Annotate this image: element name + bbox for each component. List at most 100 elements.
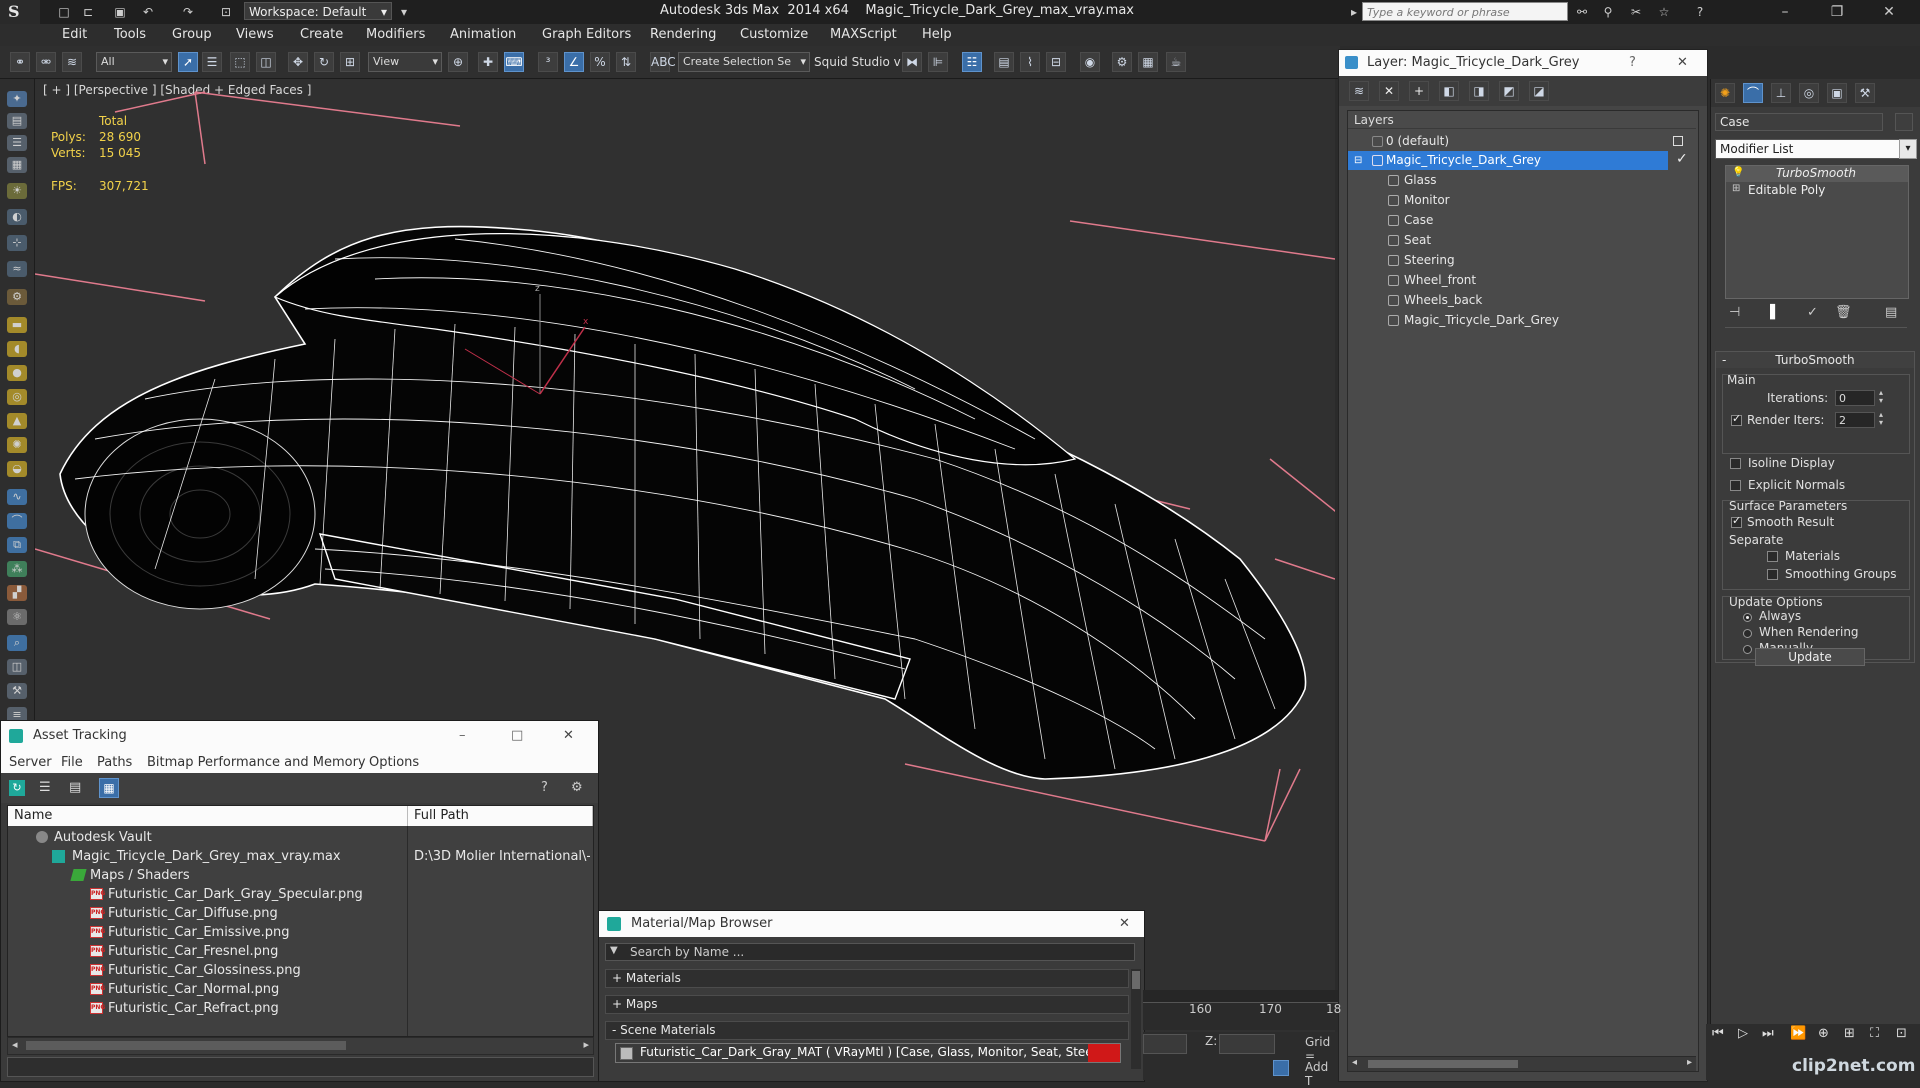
column-path-header[interactable]: Full Path xyxy=(408,806,593,826)
close-icon[interactable]: ✕ xyxy=(1119,911,1130,937)
lightbulb-icon[interactable]: 💡 xyxy=(1732,167,1744,178)
nurbs-icon[interactable]: ⌒ xyxy=(7,513,27,529)
menu-help[interactable]: Help xyxy=(922,27,952,42)
scroll-left-icon[interactable]: ◂ xyxy=(1352,1057,1357,1068)
expand-icon[interactable]: ⊞ xyxy=(1732,183,1740,194)
iterations-spinner[interactable]: 0 xyxy=(1835,390,1875,406)
project-folder-icon[interactable]: ⊡ xyxy=(218,4,234,20)
time-ruler[interactable] xyxy=(1143,990,1338,1003)
layer-list-scrollbar[interactable]: ◂ ▸ xyxy=(1348,1056,1696,1071)
rotate-icon[interactable]: ↻ xyxy=(314,52,334,72)
workspace-dropdown[interactable]: Workspace: Default ▾ xyxy=(244,2,392,20)
object-row[interactable]: Magic_Tricycle_Dark_Grey xyxy=(1348,311,1694,330)
materials-group[interactable]: + Materials xyxy=(605,969,1129,988)
freeze-all-icon[interactable]: ◪ xyxy=(1529,81,1549,101)
close-icon[interactable]: ✕ xyxy=(563,721,574,751)
layer-manager-icon[interactable]: ☷ xyxy=(962,52,982,72)
scroll-thumb[interactable] xyxy=(1132,971,1140,989)
object-row[interactable]: Steering xyxy=(1348,251,1694,270)
delete-layer-icon[interactable]: ✕ xyxy=(1379,81,1399,101)
scroll-right-icon[interactable]: ▸ xyxy=(583,1038,589,1051)
menu-maxscript[interactable]: MAXScript xyxy=(830,27,897,42)
configure-sets-icon[interactable]: ▤ xyxy=(1885,305,1897,320)
spacewarp-icon[interactable]: ≈ xyxy=(7,261,27,277)
material-search-input[interactable]: Search by Name ... xyxy=(630,945,744,959)
menu-edit[interactable]: Edit xyxy=(62,27,87,42)
object-row[interactable]: Monitor xyxy=(1348,191,1694,210)
selection-filter-dropdown[interactable]: All ▾ xyxy=(96,52,172,72)
asset-menu-paths[interactable]: Paths xyxy=(97,755,132,770)
asset-status-field[interactable] xyxy=(7,1057,594,1077)
camera-icon[interactable]: ◐ xyxy=(7,209,27,225)
make-unique-icon[interactable]: ✓ xyxy=(1807,305,1818,320)
asset-menu-options[interactable]: Options xyxy=(369,755,419,770)
help-icon[interactable]: ? xyxy=(541,780,548,795)
layer-row[interactable]: 0 (default) xyxy=(1348,132,1694,151)
select-object-icon[interactable]: ➚ xyxy=(178,52,198,72)
favorites-icon[interactable]: ☆ xyxy=(1656,4,1672,20)
search-icon[interactable]: ⌕ xyxy=(7,635,27,651)
schematic-view-icon[interactable]: ⊟ xyxy=(1046,52,1066,72)
add-time-tag-icon[interactable] xyxy=(1273,1060,1289,1076)
render-iters-checkbox[interactable] xyxy=(1731,412,1742,426)
communication-icon[interactable]: ✂ xyxy=(1628,4,1644,20)
update-manually-radio[interactable] xyxy=(1743,645,1752,654)
patch-icon[interactable]: ▞ xyxy=(7,585,27,601)
update-rendering-radio[interactable] xyxy=(1743,629,1752,638)
timeline-strip[interactable]: 160 170 18 xyxy=(1143,990,1341,1030)
options-arrow-icon[interactable]: ▼ xyxy=(610,945,618,956)
material-editor-icon[interactable]: ◉ xyxy=(1080,52,1100,72)
asset-hscrollbar[interactable]: ◂ ▸ xyxy=(7,1037,594,1055)
modifier-list-dropdown[interactable]: Modifier List xyxy=(1715,139,1903,159)
utilities-icon[interactable]: ⚒ xyxy=(7,683,27,699)
modify-tab-icon[interactable]: ⌒ xyxy=(1743,83,1763,103)
table-row[interactable]: PNG Futuristic_Car_Diffuse.png xyxy=(8,904,593,923)
modifier-stack-item[interactable]: 💡 TurboSmooth xyxy=(1726,166,1908,182)
table-row[interactable]: Maps / Shaders xyxy=(8,866,593,885)
helper-icon[interactable]: ⊹ xyxy=(7,235,27,251)
particles-icon[interactable]: ⁂ xyxy=(7,561,27,577)
material-search-bar[interactable]: ▼ Search by Name ... xyxy=(605,943,1135,961)
dynamics-icon[interactable]: ⚛ xyxy=(7,609,27,625)
spinner-snap-icon[interactable]: ⇅ xyxy=(616,52,636,72)
grid-view-icon[interactable]: ▦ xyxy=(99,778,119,798)
geosphere-icon[interactable]: ✺ xyxy=(7,437,27,453)
menu-modifiers[interactable]: Modifiers xyxy=(366,27,425,42)
binoculars-icon[interactable]: ⚯ xyxy=(1574,4,1590,20)
curve-editor-icon[interactable]: ⌇ xyxy=(1020,52,1040,72)
bind-space-warp-icon[interactable]: ≋ xyxy=(62,52,82,72)
link-icon[interactable]: ⚭ xyxy=(10,52,30,72)
object-row[interactable]: Glass xyxy=(1348,171,1694,190)
minimize-icon[interactable]: – xyxy=(1770,2,1800,22)
menu-create[interactable]: Create xyxy=(300,27,343,42)
scene-explorer-icon[interactable]: ▤ xyxy=(7,113,27,129)
menu-group[interactable]: Group xyxy=(172,27,212,42)
current-layer-checkbox[interactable] xyxy=(1673,136,1683,146)
layer-row-selected[interactable]: ⊟ Magic_Tricycle_Dark_Grey xyxy=(1348,151,1668,170)
object-row[interactable]: Seat xyxy=(1348,231,1694,250)
scroll-left-icon[interactable]: ◂ xyxy=(12,1038,18,1051)
goto-start-icon[interactable]: ⏮ xyxy=(1712,1026,1724,1041)
display-icon[interactable]: ◫ xyxy=(7,659,27,675)
close-icon[interactable]: ✕ xyxy=(1874,2,1904,22)
unlink-icon[interactable]: ⚮ xyxy=(36,52,56,72)
help-search-input[interactable]: Type a keyword or phrase xyxy=(1362,2,1568,21)
list-view-icon[interactable]: ☰ xyxy=(39,780,51,795)
play-icon[interactable]: ▷ xyxy=(1738,1026,1748,1041)
sphere-icon[interactable]: ● xyxy=(7,365,27,381)
highlight-selected-icon[interactable]: ◨ xyxy=(1469,81,1489,101)
maximize-icon[interactable]: □ xyxy=(511,721,523,751)
expand-icon[interactable]: ▸ xyxy=(1346,4,1362,20)
scene-material-item[interactable]: Futuristic_Car_Dark_Gray_MAT ( VRayMtl )… xyxy=(615,1043,1121,1063)
menu-customize[interactable]: Customize xyxy=(740,27,808,42)
object-name-field[interactable]: Case xyxy=(1715,113,1883,131)
display-tab-icon[interactable]: ▣ xyxy=(1827,83,1847,103)
render-setup-icon[interactable]: ⚙ xyxy=(1112,52,1132,72)
hierarchy-tab-icon[interactable]: ⊥ xyxy=(1771,83,1791,103)
overflow-icon[interactable]: ▾ xyxy=(396,4,412,20)
z-coordinate-field[interactable] xyxy=(1219,1034,1275,1054)
update-button[interactable]: Update xyxy=(1755,648,1865,666)
table-row[interactable]: Magic_Tricycle_Dark_Grey_max_vray.max D:\… xyxy=(8,847,593,866)
scroll-thumb[interactable] xyxy=(1368,1060,1518,1068)
hide-all-icon[interactable]: ◩ xyxy=(1499,81,1519,101)
